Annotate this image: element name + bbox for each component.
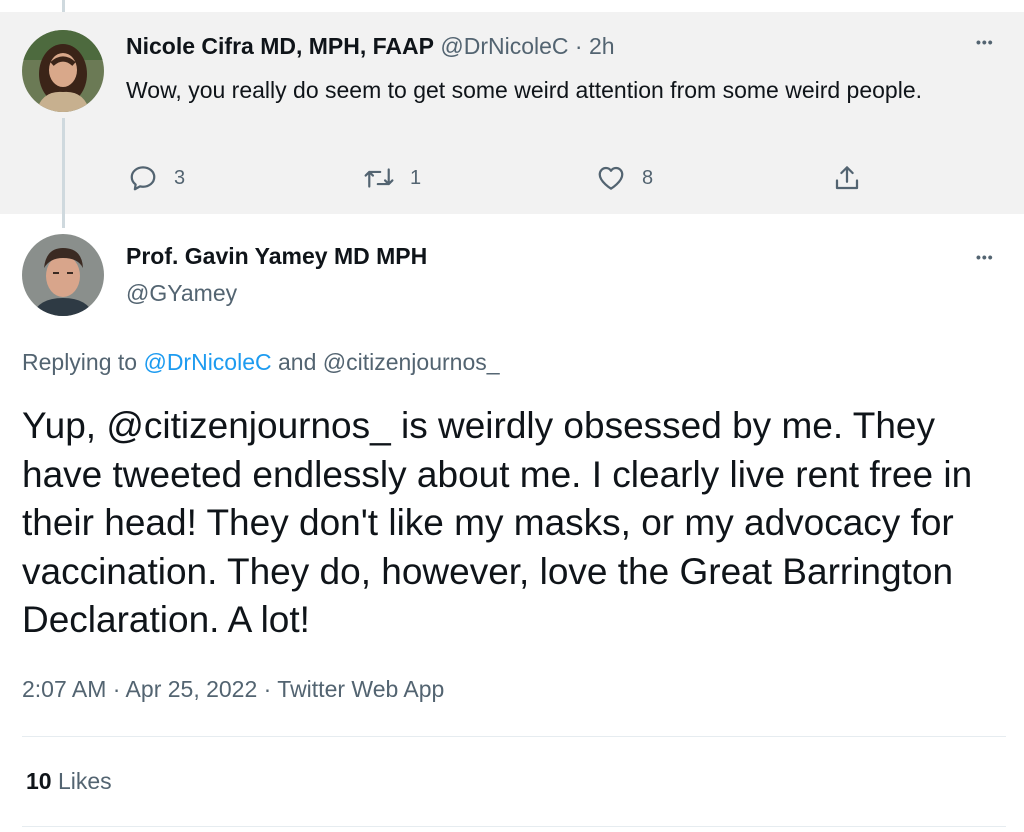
reply-button[interactable]: 3: [128, 163, 185, 193]
parent-separator: ·: [574, 33, 583, 59]
parent-more-icon[interactable]: •••: [976, 34, 994, 50]
main-author-handle[interactable]: @GYamey: [126, 280, 237, 307]
retweet-icon: [362, 163, 396, 193]
retweet-count: 1: [410, 166, 422, 189]
reply-icon: [128, 163, 158, 193]
main-more-icon[interactable]: •••: [976, 249, 994, 265]
tweet-timestamp[interactable]: 2:07 AM · Apr 25, 2022 · Twitter Web App: [22, 676, 444, 703]
retweet-button[interactable]: 1: [362, 163, 421, 193]
parent-time[interactable]: 2h: [589, 33, 615, 59]
main-tweet-text: Yup, @citizenjournos_ is weirdly obsesse…: [22, 405, 973, 640]
main-avatar[interactable]: [22, 234, 104, 316]
like-count: 8: [642, 166, 654, 189]
replying-and: and: [271, 349, 323, 375]
reply-count: 3: [174, 166, 186, 189]
likes-stat[interactable]: 10 Likes: [26, 768, 112, 795]
parent-avatar[interactable]: [22, 30, 104, 112]
replying-link-citizenjournos[interactable]: @citizenjournos_: [323, 349, 500, 375]
share-icon: [832, 163, 862, 193]
parent-author-handle[interactable]: @DrNicoleC: [440, 33, 568, 59]
divider-top: [22, 736, 1006, 737]
parent-tweet-header: Nicole Cifra MD, MPH, FAAP @DrNicoleC · …: [126, 33, 615, 60]
parent-author-name[interactable]: Nicole Cifra MD, MPH, FAAP: [126, 33, 434, 59]
replying-link-drnicolec[interactable]: @DrNicoleC: [143, 349, 271, 375]
likes-count: 10: [26, 768, 52, 794]
parent-tweet-text: Wow, you really do seem to get some weir…: [126, 77, 923, 103]
replying-prefix: Replying to: [22, 349, 144, 375]
like-icon: [596, 163, 626, 193]
like-button[interactable]: 8: [596, 163, 653, 193]
replying-to: Replying to @DrNicoleC and @citizenjourn…: [22, 349, 500, 376]
thread-line-middle: [62, 118, 65, 228]
main-author-name[interactable]: Prof. Gavin Yamey MD MPH: [126, 243, 427, 270]
divider-bottom: [22, 826, 1006, 827]
share-button[interactable]: [832, 163, 862, 193]
likes-label: Likes: [57, 768, 112, 794]
